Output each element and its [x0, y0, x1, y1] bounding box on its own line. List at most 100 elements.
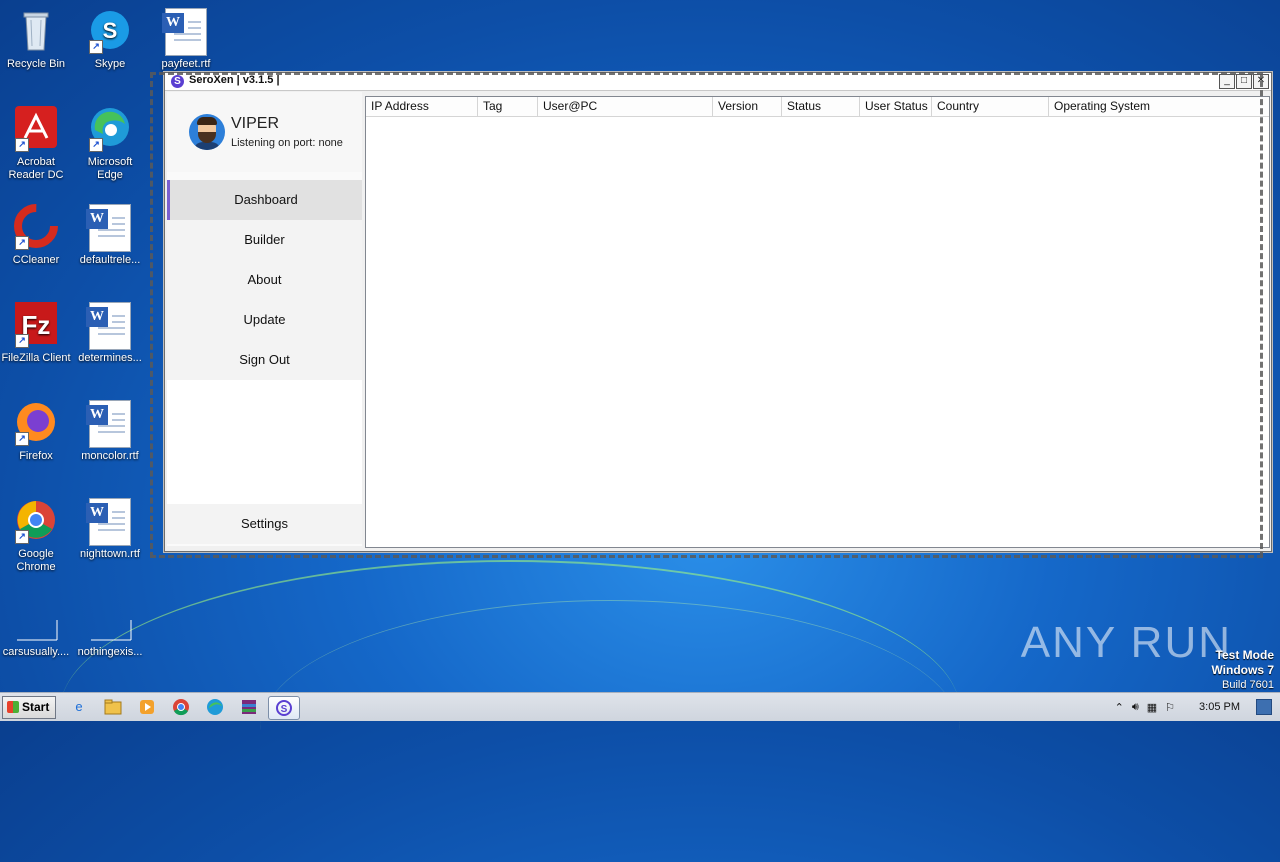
desktop-icon-label: moncolor.rtf [81, 450, 139, 462]
desktop-icon-chrome[interactable]: ↗ Google Chrome [0, 498, 72, 574]
ccleaner-icon: ↗ [13, 204, 59, 250]
column-user-pc[interactable]: User@PC [538, 97, 713, 116]
profile-status: Listening on port: none [231, 137, 343, 149]
winrar-icon[interactable] [236, 696, 262, 718]
table-header: IP Address Tag User@PC Version Status Us… [366, 97, 1269, 117]
svg-text:S: S [103, 18, 118, 43]
windows-flag-icon [7, 701, 19, 713]
desktop-icon-label: payfeet.rtf [161, 58, 211, 70]
taskbar-clock[interactable]: 3:05 PM [1199, 701, 1240, 713]
sidebar-item-builder[interactable]: Builder [167, 220, 362, 260]
blank-file-icon [87, 596, 133, 642]
system-tray: ⌃ 🔊︎ ▦ ⚐ 3:05 PM [1115, 693, 1280, 721]
desktop-icon-determines[interactable]: W determines... [74, 302, 146, 365]
seroxen-window: S SeroXen | v3.1.5 | _ □ ✕ VIPER Listeni… [164, 72, 1272, 552]
word-document-icon: W [162, 8, 209, 56]
acrobat-icon: ↗ [13, 106, 59, 152]
word-document-icon: W [86, 400, 133, 448]
chrome-icon: ↗ [13, 498, 59, 544]
desktop-icon-ccleaner[interactable]: ↗ CCleaner [0, 204, 72, 267]
desktop-icon-skype[interactable]: S ↗ Skype [74, 8, 146, 71]
desktop-icon-moncolor[interactable]: W moncolor.rtf [74, 400, 146, 463]
recycle-bin-icon [13, 8, 59, 54]
test-mode-line3: Build 7601 [1222, 679, 1274, 691]
tray-expand-icon[interactable]: ⌃ [1115, 701, 1124, 714]
sidebar-item-about[interactable]: About [167, 260, 362, 300]
desktop-icon-edge[interactable]: ↗ Microsoft Edge [74, 106, 146, 182]
desktop-icon-nighttown[interactable]: W nighttown.rtf [74, 498, 146, 561]
network-icon[interactable]: ▦ [1147, 701, 1157, 714]
close-button[interactable]: ✕ [1253, 74, 1269, 89]
anyrun-watermark: ANY RUN [1020, 618, 1232, 667]
desktop-icon-defaultrele[interactable]: W defaultrele... [74, 204, 146, 267]
desktop-icon-label: Firefox [19, 450, 53, 462]
column-user-status[interactable]: User Status [860, 97, 932, 116]
edge-icon[interactable] [202, 696, 228, 718]
desktop-icon-firefox[interactable]: ↗ Firefox [0, 400, 72, 463]
blank-file-icon [13, 596, 59, 642]
desktop-icon-payfeet[interactable]: W payfeet.rtf [150, 8, 222, 71]
test-mode-line2: Windows 7 [1211, 663, 1274, 677]
desktop-icon-label: nighttown.rtf [80, 548, 140, 560]
explorer-icon[interactable] [100, 696, 126, 718]
start-label: Start [22, 700, 50, 714]
word-document-icon: W [86, 204, 133, 252]
desktop-icon-recycle-bin[interactable]: Recycle Bin [0, 8, 72, 71]
svg-text:S: S [281, 704, 288, 715]
start-button[interactable]: Start [2, 696, 56, 719]
window-title: SeroXen | v3.1.5 | [189, 74, 280, 86]
filezilla-icon: Fz ↗ [13, 302, 59, 348]
desktop-icon-label: Recycle Bin [6, 58, 66, 70]
desktop-icon-label: FileZilla Client [1, 352, 71, 364]
test-mode-notice: Test Mode Windows 7 Build 7601 [1211, 648, 1274, 692]
minimize-button[interactable]: _ [1219, 74, 1235, 89]
sidebar: VIPER Listening on port: none Dashboard … [167, 92, 362, 546]
column-version[interactable]: Version [713, 97, 782, 116]
desktop-icon-label: Skype [94, 58, 126, 70]
desktop-icon-label: Microsoft Edge [87, 156, 133, 181]
skype-icon: S ↗ [87, 8, 133, 54]
volume-icon[interactable]: 🔊︎ [1132, 701, 1139, 714]
column-country[interactable]: Country [932, 97, 1049, 116]
desktop-icon-label: CCleaner [12, 254, 60, 266]
sidebar-spacer [167, 380, 362, 504]
ie-icon[interactable]: e [66, 696, 92, 718]
desktop-icon-nothingexis[interactable]: nothingexis... [74, 596, 146, 659]
column-status[interactable]: Status [782, 97, 860, 116]
desktop-icon-label: nothingexis... [77, 646, 143, 658]
word-document-icon: W [86, 302, 133, 350]
sidebar-nav: Dashboard Builder About Update Sign Out [167, 180, 362, 380]
column-operating-system[interactable]: Operating System [1049, 97, 1267, 116]
sidebar-item-settings[interactable]: Settings [167, 504, 362, 544]
desktop-icon-label: determines... [78, 352, 142, 364]
edge-icon: ↗ [87, 106, 133, 152]
profile-name: VIPER [231, 115, 280, 132]
avatar [189, 114, 225, 150]
window-titlebar[interactable]: S SeroXen | v3.1.5 | _ □ ✕ [165, 73, 1271, 91]
maximize-button[interactable]: □ [1236, 74, 1252, 89]
word-document-icon: W [86, 498, 133, 546]
sidebar-item-dashboard[interactable]: Dashboard [167, 180, 362, 220]
seroxen-app-icon: S [171, 75, 184, 88]
sidebar-item-sign-out[interactable]: Sign Out [167, 340, 362, 380]
sidebar-item-update[interactable]: Update [167, 300, 362, 340]
chrome-icon[interactable] [168, 696, 194, 718]
desktop-icon-carsusually[interactable]: carsusually.... [0, 596, 72, 659]
desktop-icon-label: Google Chrome [16, 548, 56, 573]
firefox-icon: ↗ [13, 400, 59, 446]
desktop-icon-label: defaultrele... [79, 254, 141, 266]
user-profile: VIPER Listening on port: none [167, 92, 362, 172]
action-center-flag-icon[interactable]: ⚐ [1165, 701, 1175, 714]
column-tag[interactable]: Tag [478, 97, 538, 116]
desktop-icon-label: Acrobat Reader DC [8, 156, 64, 181]
column-ip-address[interactable]: IP Address [366, 97, 478, 116]
media-player-icon[interactable] [134, 696, 160, 718]
desktop-icon-acrobat[interactable]: ↗ Acrobat Reader DC [0, 106, 72, 182]
taskbar: Start e S ⌃ 🔊︎ ▦ ⚐ 3:05 PM [0, 692, 1280, 721]
test-mode-line1: Test Mode [1215, 648, 1274, 662]
show-desktop-button[interactable] [1256, 699, 1272, 715]
clients-table[interactable]: IP Address Tag User@PC Version Status Us… [365, 96, 1270, 548]
desktop-icon-filezilla[interactable]: Fz ↗ FileZilla Client [0, 302, 72, 365]
seroxen-taskbar-button[interactable]: S [268, 696, 300, 720]
desktop-icon-label: carsusually.... [2, 646, 70, 658]
